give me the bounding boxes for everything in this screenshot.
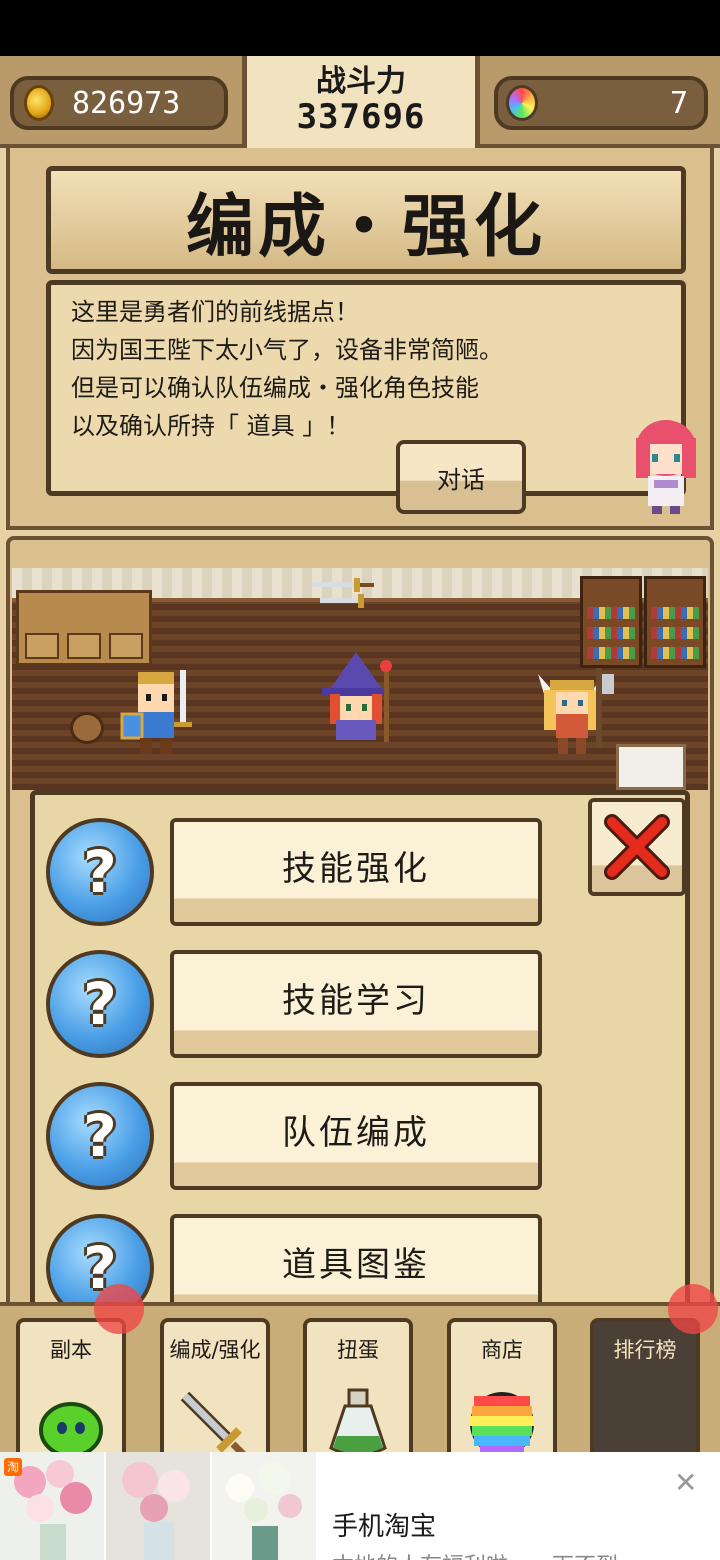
drawer xyxy=(109,633,143,659)
tab-gacha[interactable]: 扭蛋 xyxy=(303,1318,413,1458)
info-panel: 编成・强化 这里是勇者们的前线据点！ 因为国王陛下太小气了，设备非常简陋。 但是… xyxy=(6,148,714,530)
workbench xyxy=(16,590,152,666)
flower-photo xyxy=(106,1452,210,1560)
hero-knight-sprite[interactable] xyxy=(116,664,200,760)
flower-photo xyxy=(212,1452,316,1560)
tab-label: 商店 xyxy=(481,1338,523,1362)
game-screen: 826973 战斗力 337696 7 编成・强化 这里是勇者们的前线据点！ 因… xyxy=(0,0,720,1560)
touch-indicator xyxy=(668,1284,718,1334)
combat-power-value: 337696 xyxy=(296,97,426,137)
gold-coin-icon xyxy=(24,85,54,121)
ad-subtitle: 本地的人有福利啦……下不到 xyxy=(332,1548,618,1560)
flower-photo: 淘 xyxy=(0,1452,104,1560)
combat-power-label: 战斗力 xyxy=(316,64,406,99)
dialog-line: 以及确认所持「 道具 」！ xyxy=(71,412,351,440)
tab-label: 扭蛋 xyxy=(337,1338,379,1362)
menu-row-party-formation: ? 队伍编成 xyxy=(44,1082,544,1192)
close-x-icon xyxy=(604,814,670,880)
npc-dialog-box: 这里是勇者们的前线据点！ 因为国王陛下太小气了，设备非常简陋。 但是可以确认队伍… xyxy=(46,280,686,496)
dialog-line: 但是可以确认队伍编成・强化角色技能 xyxy=(71,374,479,402)
ad-title: 手机淘宝 xyxy=(332,1512,437,1542)
drawer xyxy=(25,633,59,659)
tab-dungeon[interactable]: 副本 xyxy=(16,1318,126,1458)
hero-valkyrie-sprite[interactable] xyxy=(530,664,614,760)
rainbow-gem-icon xyxy=(506,85,538,121)
resource-bar: 826973 战斗力 337696 7 xyxy=(0,56,720,162)
hero-witch-sprite[interactable] xyxy=(314,652,398,748)
tab-leaderboard[interactable]: 排行榜 xyxy=(590,1318,700,1458)
menu-row-skill-learn: ? 技能学习 xyxy=(44,950,544,1060)
gem-value: 7 xyxy=(669,85,688,121)
page-title: 编成・强化 xyxy=(46,166,686,274)
coin-counter: 826973 xyxy=(10,76,228,130)
bed xyxy=(616,744,686,790)
ad-banner[interactable]: 淘 手机淘宝 本地的人有福利啦……下不到 xyxy=(0,1452,720,1560)
question-mark-icon[interactable]: ? xyxy=(46,1082,154,1190)
menu-row-skill-enhance: ? 技能强化 xyxy=(44,818,544,928)
npc-girl-sprite[interactable] xyxy=(630,418,702,514)
gem-counter[interactable]: 7 xyxy=(494,76,708,130)
sword-icon xyxy=(180,1391,250,1458)
wall-swords-icon xyxy=(312,578,374,608)
green-slime-icon xyxy=(39,1402,103,1458)
talk-button[interactable]: 对话 xyxy=(396,440,526,514)
tab-formation-enhance[interactable]: 编成/强化 xyxy=(160,1318,270,1458)
combat-power-box: 战斗力 337696 xyxy=(242,56,480,162)
bookshelf xyxy=(644,576,706,668)
coin-value: 826973 xyxy=(72,85,181,121)
tab-label: 副本 xyxy=(50,1338,92,1362)
stool xyxy=(70,712,104,744)
bookshelf xyxy=(580,576,642,668)
tab-shop[interactable]: 商店 xyxy=(447,1318,557,1458)
skill-learn-button[interactable]: 技能学习 xyxy=(170,950,542,1058)
potion-icon xyxy=(329,1388,387,1457)
status-bar xyxy=(0,0,720,56)
ad-close-icon[interactable]: ✕ xyxy=(674,1466,697,1499)
close-button[interactable] xyxy=(588,798,686,896)
question-mark-icon[interactable]: ? xyxy=(46,818,154,926)
rainbow-gem-icon xyxy=(470,1392,534,1456)
question-mark-icon[interactable]: ? xyxy=(46,950,154,1058)
touch-indicator xyxy=(94,1284,144,1334)
taobao-badge: 淘 xyxy=(4,1458,22,1476)
tab-label: 编成/强化 xyxy=(169,1338,261,1362)
dialog-line: 因为国王陛下太小气了，设备非常简陋。 xyxy=(71,336,503,364)
tab-label: 排行榜 xyxy=(613,1338,677,1362)
skill-enhance-button[interactable]: 技能强化 xyxy=(170,818,542,926)
drawer xyxy=(67,633,101,659)
party-formation-button[interactable]: 队伍编成 xyxy=(170,1082,542,1190)
dialog-line: 这里是勇者们的前线据点！ xyxy=(71,298,359,326)
base-room-scene xyxy=(12,568,708,790)
